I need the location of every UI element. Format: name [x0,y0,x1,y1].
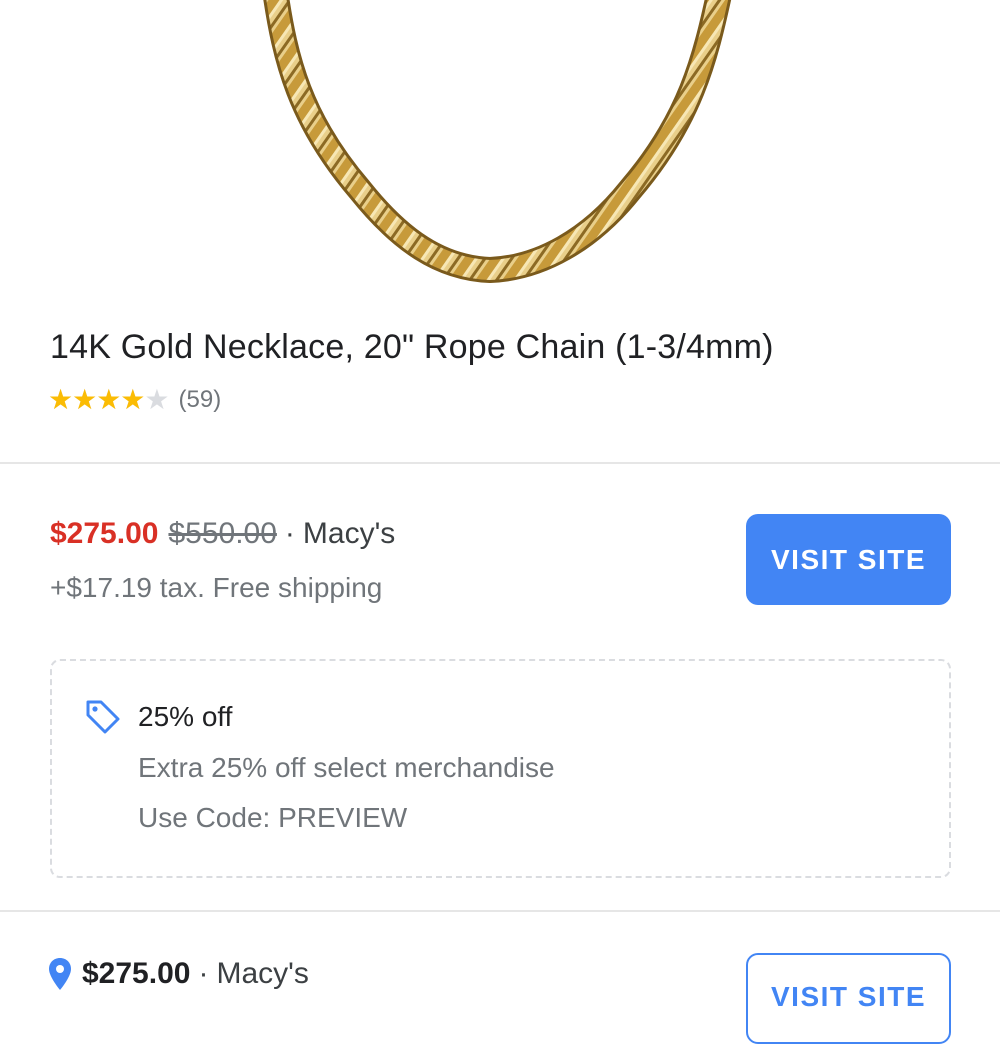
review-count: (59) [178,386,222,413]
location-pin-icon [49,958,71,990]
product-image[interactable] [0,0,1000,300]
original-price: $550.00 [168,517,277,550]
sale-price: $275.00 [50,517,159,550]
store-seller-name: Macy's [216,957,309,990]
star-rating-filled-icons: ★★★★★ [48,384,145,415]
visit-site-button[interactable]: VISIT SITE [746,514,951,605]
rating-row[interactable]: ★★★★★ ★★★★★ (59) [48,383,221,417]
tax-shipping-info: +$17.19 tax. Free shipping [50,572,383,603]
promo-description: Extra 25% off select merchandise [138,752,555,783]
store-visit-site-button[interactable]: VISIT SITE [746,953,951,1044]
separator-dot: · [284,517,295,550]
seller-name: Macy's [302,517,396,550]
promo-box: 25% off Extra 25% off select merchandise… [50,659,951,878]
store-offer-line: $275.00 · Macy's [48,957,309,991]
promo-code: Use Code: PREVIEW [138,802,408,833]
star-rating: ★★★★★ ★★★★★ [48,383,170,417]
separator-dot: · [198,957,209,990]
tag-icon [86,700,120,734]
section-divider [0,910,1000,912]
product-title[interactable]: 14K Gold Necklace, 20" Rope Chain (1-3/4… [50,328,774,367]
offer-price-line: $275.00 $550.00 · Macy's [50,517,395,551]
section-divider [0,462,1000,464]
store-price: $275.00 [82,957,191,990]
promo-title: 25% off [138,701,233,732]
